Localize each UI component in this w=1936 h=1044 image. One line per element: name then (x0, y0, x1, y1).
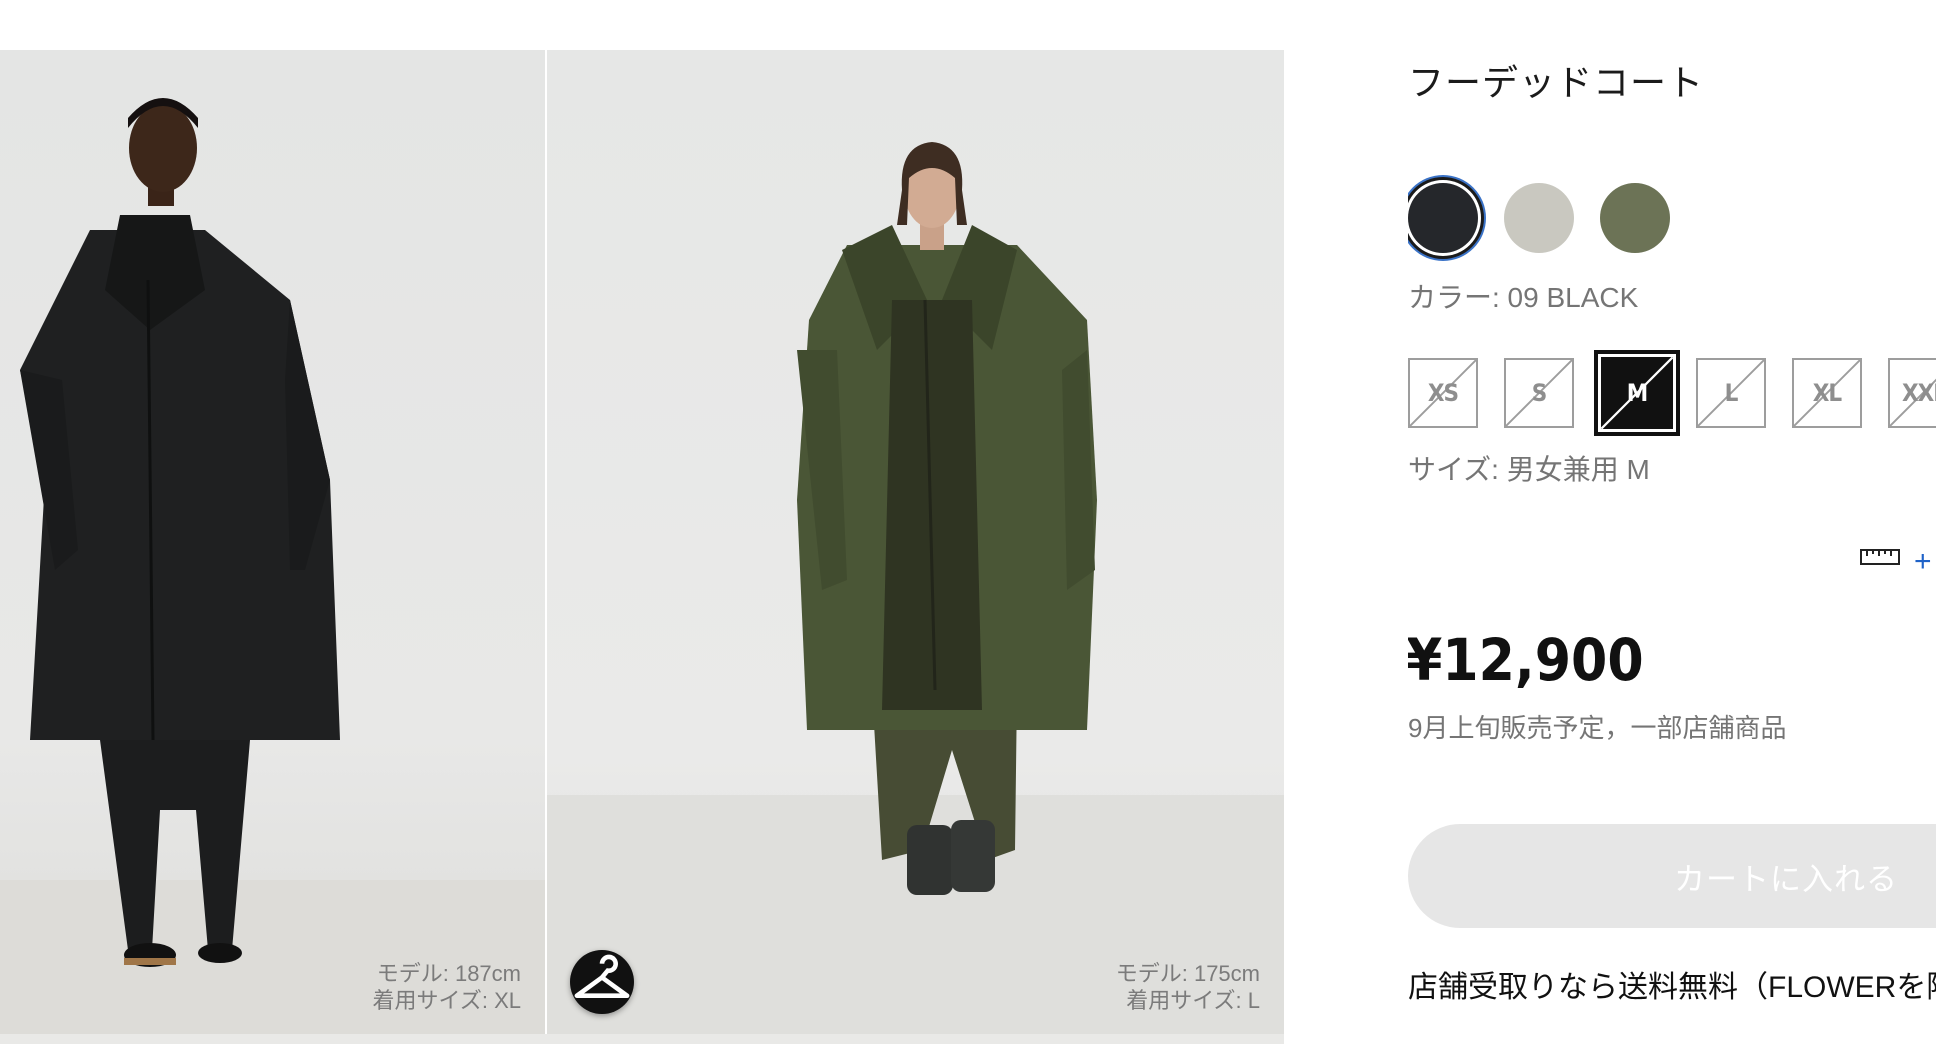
selected-color-label: カラー: 09 BLACK (1408, 282, 1639, 313)
size-option-m[interactable]: M (1594, 350, 1680, 436)
size-option-l[interactable]: L (1696, 358, 1766, 428)
model-info-left: モデル: 187cm 着用サイズ: XL (373, 960, 521, 1014)
model-figure-right (547, 142, 1284, 1034)
color-swatch-black[interactable] (1408, 183, 1478, 253)
selected-size-label: サイズ: 男女兼用 M (1408, 454, 1650, 485)
try-on-button[interactable] (570, 950, 634, 1014)
size-option-xs[interactable]: XS (1408, 358, 1478, 428)
size-option-label: XL (1812, 379, 1842, 407)
shipping-note: 店舗受取りなら送料無料（FLOWERを除 (1408, 971, 1936, 1004)
size-option-label: S (1531, 379, 1548, 407)
model-height-label: モデル: 187cm (376, 961, 521, 986)
size-option-label: XXL (1902, 379, 1936, 407)
size-option-label: XS (1427, 379, 1459, 407)
model-size-label: 着用サイズ: L (1126, 988, 1260, 1013)
product-photo-right[interactable]: モデル: 175cm 着用サイズ: L (547, 50, 1284, 1034)
model-figure-left (0, 98, 545, 1034)
size-option-xl[interactable]: XL (1792, 358, 1862, 428)
model-size-label: 着用サイズ: XL (372, 988, 521, 1013)
add-to-cart-button[interactable]: カートに入れる (1408, 824, 1936, 928)
ruler-icon (1860, 545, 1900, 572)
gallery-next-row (0, 1034, 1284, 1044)
color-swatch-beige[interactable] (1504, 183, 1574, 253)
size-option-xxl[interactable]: XXL (1888, 358, 1936, 428)
size-guide[interactable]: + サ (1860, 536, 1936, 580)
model-info-right: モデル: 175cm 着用サイズ: L (1116, 960, 1260, 1014)
size-option-label: M (1626, 379, 1649, 407)
product-photo-left[interactable]: モデル: 187cm 着用サイズ: XL (0, 50, 545, 1034)
product-price: ¥12,900 (1408, 626, 1644, 694)
model-height-label: モデル: 175cm (1115, 961, 1260, 986)
size-option-label: L (1724, 379, 1739, 407)
product-details: フーデッドコート カラー: 09 BLACK XS S M L XL XXL (1408, 0, 1936, 1044)
availability-note: 9月上旬販売予定，一部店舗商品 (1408, 713, 1787, 743)
size-option-s[interactable]: S (1504, 358, 1574, 428)
color-swatch-olive[interactable] (1600, 183, 1670, 253)
product-title: フーデッドコート (1408, 62, 1705, 103)
size-guide-link[interactable]: + サ (1914, 536, 1936, 580)
